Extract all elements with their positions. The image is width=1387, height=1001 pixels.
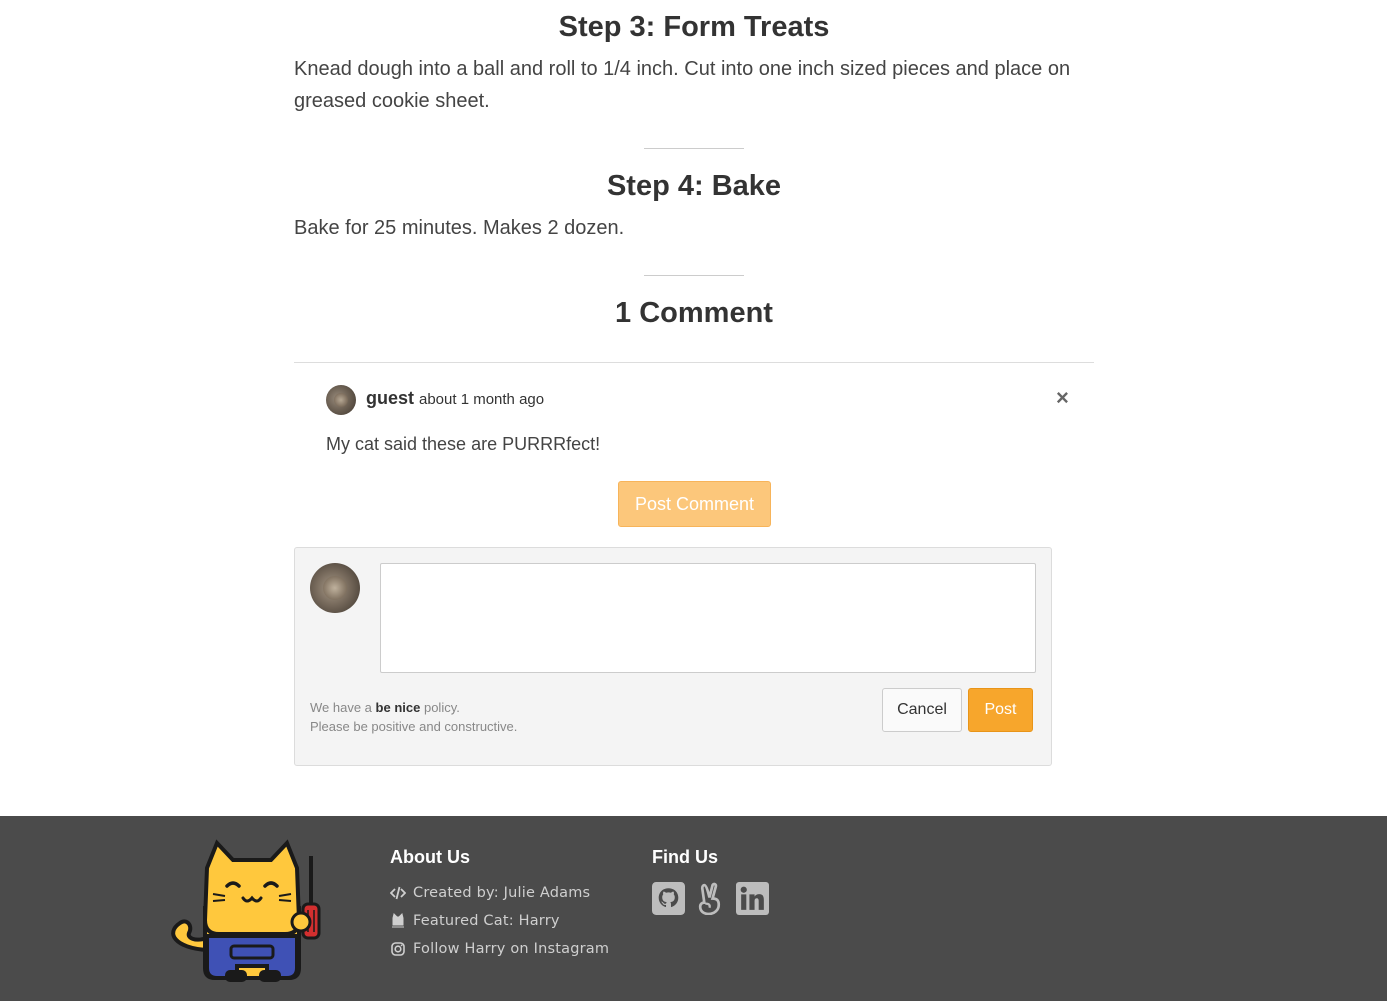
post-button[interactable]: Post [968, 688, 1033, 732]
avatar [310, 563, 360, 613]
close-icon[interactable]: × [1056, 385, 1069, 411]
step-3-title: Step 3: Form Treats [558, 11, 830, 43]
about-item-label: Created by: Julie Adams [413, 885, 591, 901]
policy-prefix: We have a [310, 700, 372, 715]
section-divider [644, 275, 744, 276]
comments-rule [294, 362, 1094, 363]
code-icon [390, 886, 406, 900]
post-comment-button[interactable]: Post Comment [618, 481, 771, 527]
instagram-icon [391, 942, 405, 956]
about-us-heading: About Us [390, 847, 470, 867]
cat-mascot-logo [171, 839, 321, 982]
policy-bold: be nice [375, 700, 421, 715]
about-item-creator[interactable]: Created by: Julie Adams [390, 883, 609, 911]
comment-author[interactable]: guest [366, 388, 414, 409]
comment-form: We have a be nice policy. Please be posi… [294, 547, 1052, 766]
find-us-heading: Find Us [652, 847, 718, 867]
about-item-label: Follow Harry on Instagram [413, 941, 610, 957]
social-links [652, 882, 769, 915]
comment-timestamp: about 1 month ago [419, 391, 545, 408]
angellist-icon[interactable] [694, 882, 727, 915]
step-4-text: Bake for 25 minutes. Makes 2 dozen. [294, 217, 625, 239]
be-nice-policy: We have a be nice policy. Please be posi… [310, 698, 517, 736]
policy-line2: Please be positive and constructive. [310, 719, 518, 734]
comment-body: My cat said these are PURRRfect! [326, 434, 601, 454]
policy-suffix: policy. [423, 700, 460, 715]
step-3-text: Knead dough into a ball and roll to 1/4 … [294, 58, 1071, 112]
about-item-label: Featured Cat: Harry [413, 913, 560, 929]
linkedin-icon[interactable] [736, 882, 769, 915]
comments-heading: 1 Comment [615, 297, 773, 329]
comment-textarea[interactable] [380, 563, 1036, 673]
about-us-list: Created by: Julie Adams Featured Cat: Ha… [390, 883, 609, 967]
site-footer: About Us Created by: Julie Adams Feature… [0, 816, 1387, 1001]
section-divider [644, 148, 744, 149]
about-item-featured-cat[interactable]: Featured Cat: Harry [390, 911, 609, 939]
about-item-instagram[interactable]: Follow Harry on Instagram [390, 939, 609, 967]
github-icon[interactable] [652, 882, 685, 915]
cat-icon [392, 913, 404, 928]
avatar [326, 385, 356, 415]
step-4-title: Step 4: Bake [606, 170, 782, 202]
cancel-button[interactable]: Cancel [882, 688, 962, 732]
